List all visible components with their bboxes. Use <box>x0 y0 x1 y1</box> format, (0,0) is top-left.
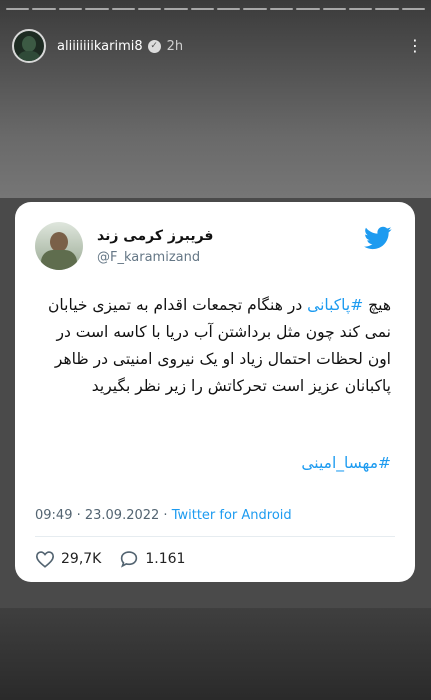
story-time: 2h <box>166 38 184 54</box>
tweet-timestamp: 09:49 · 23.09.2022 · <box>35 508 172 523</box>
story-progress-segment <box>348 8 373 10</box>
like-count: 29,7K <box>61 551 102 567</box>
twitter-bird-icon <box>364 226 392 250</box>
story-avatar[interactable] <box>12 29 46 63</box>
story-progress-segment <box>375 8 399 10</box>
verified-badge-icon: ✓ <box>147 39 161 53</box>
story-progress-segment <box>85 8 109 10</box>
tweet-inline-hashtag[interactable]: #پاکبانی <box>307 296 363 314</box>
story-progress-segment <box>58 8 83 10</box>
tweet-footer-hashtag[interactable]: #مهسا_امینی <box>35 454 391 472</box>
story-progress-segment <box>111 8 135 10</box>
avatar-uniform-shape <box>41 250 77 270</box>
story-username[interactable]: aliiiiiiikarimi8 <box>57 39 143 54</box>
story-progress-segment <box>190 8 214 10</box>
tweet-actions: 29,7K 1.161 <box>35 550 203 568</box>
tweet-source-link[interactable]: Twitter for Android <box>172 508 292 523</box>
story-progress-segment <box>269 8 294 10</box>
avatar-body-shape <box>17 51 41 61</box>
story-progress-segment <box>217 8 241 10</box>
story-progress-segment <box>32 8 56 10</box>
tweet-text-start: هیچ <box>363 296 391 314</box>
tweet-author-avatar[interactable] <box>35 222 83 270</box>
story-progress-segment <box>6 8 30 10</box>
story-progress-segment <box>401 8 425 10</box>
heart-icon <box>35 551 55 568</box>
story-progress-bar <box>6 8 425 10</box>
story-progress-segment <box>322 8 346 10</box>
like-action[interactable]: 29,7K <box>35 550 101 568</box>
tweet-text: هیچ #پاکبانی در هنگام تجمعات اقدام به تم… <box>35 292 391 400</box>
tweet-author-handle[interactable]: @F_karamizand <box>97 250 200 265</box>
more-options-icon[interactable]: ⋮ <box>407 38 423 54</box>
tweet-meta: 09:49 · 23.09.2022 · Twitter for Android <box>35 508 292 523</box>
story-background-bottom <box>0 608 431 700</box>
reply-bubble-icon <box>121 551 138 568</box>
avatar-head-shape <box>50 232 68 252</box>
tweet-author-name[interactable]: فریبرز کرمی زند <box>97 228 213 244</box>
tweet-divider <box>35 536 395 537</box>
avatar-face-shape <box>22 36 36 52</box>
story-progress-segment <box>243 8 267 10</box>
story-header: aliiiiiiikarimi8 ✓ 2h ⋮ <box>12 28 423 64</box>
reply-action[interactable]: 1.161 <box>119 550 185 568</box>
story-progress-segment <box>296 8 320 10</box>
reply-count: 1.161 <box>145 551 186 567</box>
story-progress-segment <box>137 8 162 10</box>
story-progress-segment <box>164 8 188 10</box>
tweet-card: فریبرز کرمی زند @F_karamizand هیچ #پاکبا… <box>15 202 415 582</box>
